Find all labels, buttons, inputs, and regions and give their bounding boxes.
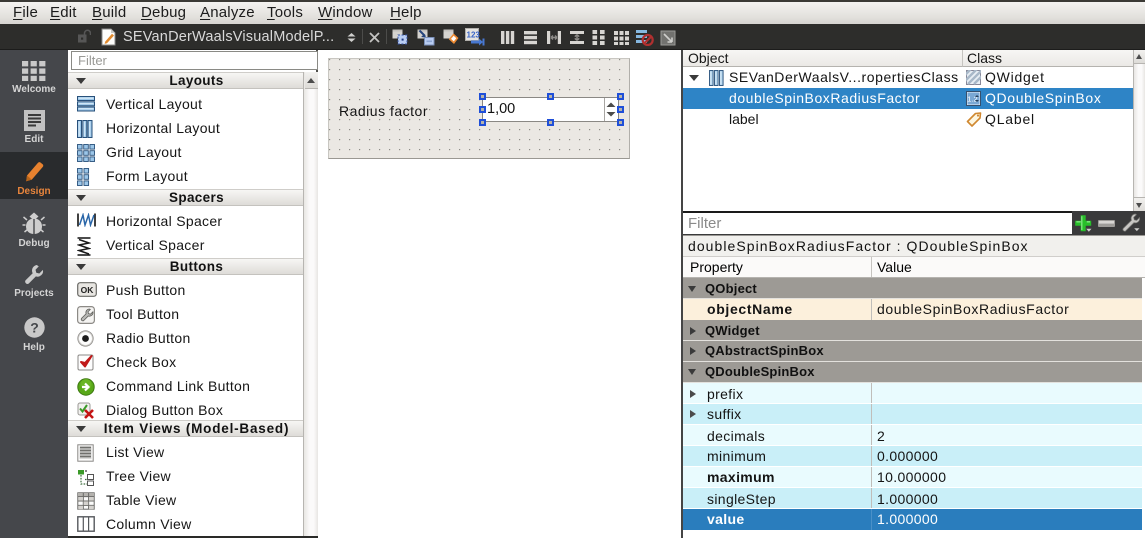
svg-text:?: ? xyxy=(30,320,39,336)
svg-text:123: 123 xyxy=(467,31,481,40)
svg-text:OK: OK xyxy=(81,285,95,295)
